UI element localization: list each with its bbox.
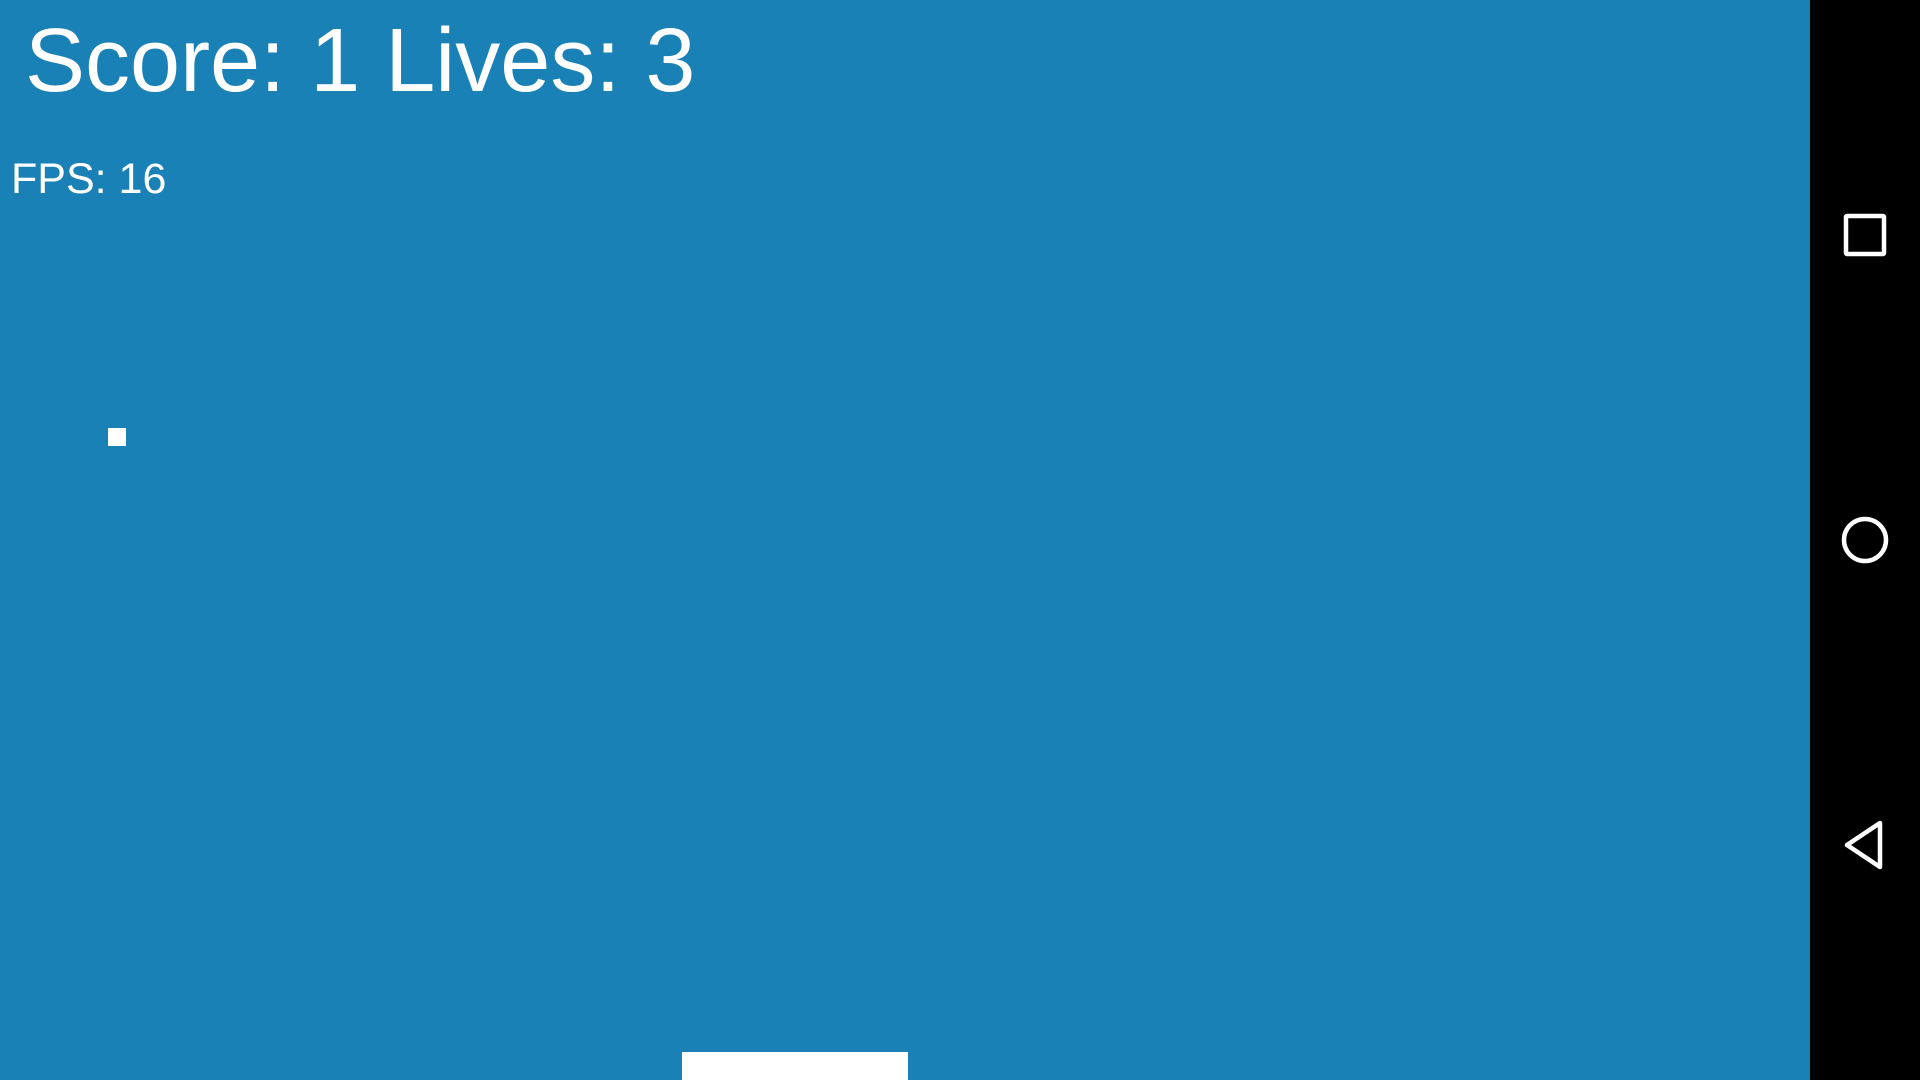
score-label: Score: [25,11,286,111]
fps-readout: FPS: 16 [11,150,166,208]
back-button[interactable] [1810,790,1920,900]
triangle-back-icon [1844,820,1883,870]
circle-icon [1841,516,1889,564]
game-playfield[interactable]: Score: 1 Lives: 3 FPS: 16 [0,0,1810,1080]
ball [108,428,126,446]
recents-button[interactable] [1810,180,1920,290]
android-navigation-bar [1810,0,1920,1080]
score-lives-readout: Score: 1 Lives: 3 [25,6,695,116]
home-button[interactable] [1810,485,1920,595]
paddle[interactable] [682,1052,908,1080]
lives-value: 3 [645,11,696,111]
lives-label: Lives: [385,11,621,111]
fps-value: 16 [118,155,167,203]
score-value: 1 [310,11,361,111]
square-icon [1843,213,1887,257]
fps-label: FPS: [11,155,107,203]
game-screen: Score: 1 Lives: 3 FPS: 16 [0,0,1920,1080]
